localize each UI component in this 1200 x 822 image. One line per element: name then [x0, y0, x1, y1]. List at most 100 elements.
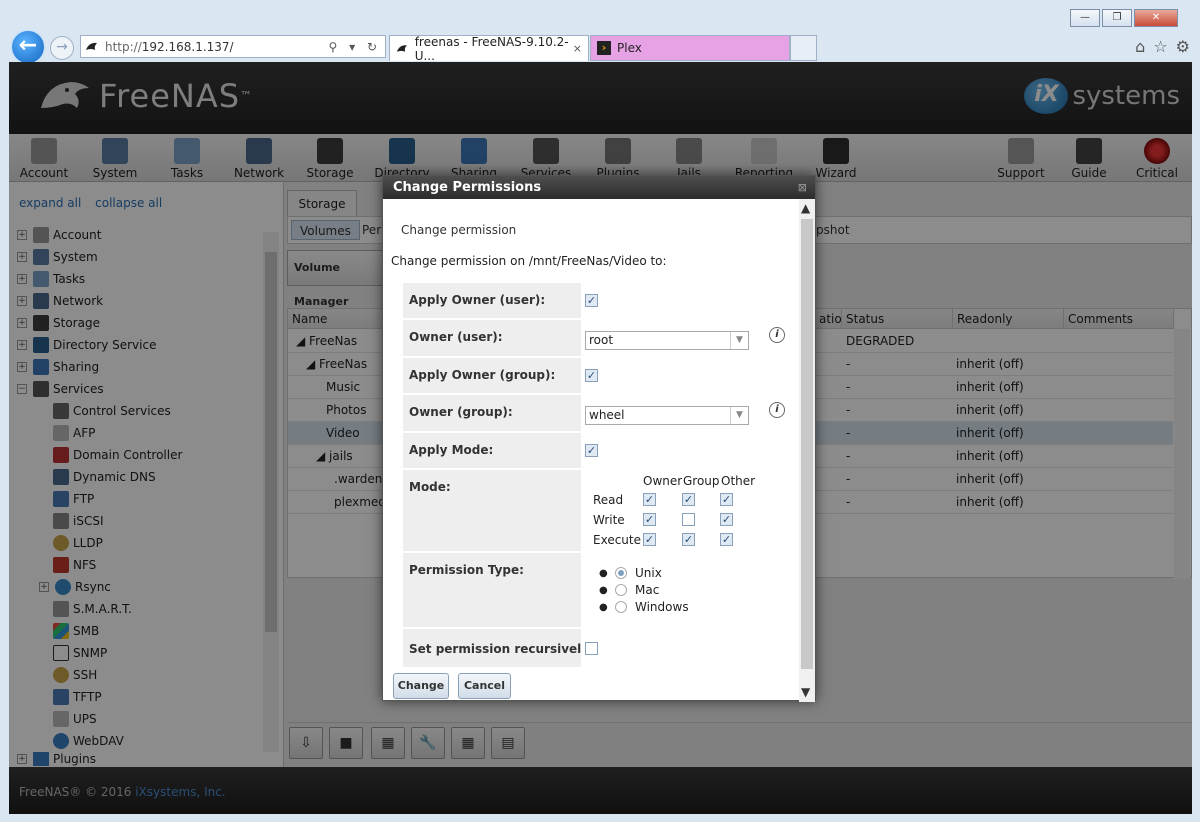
address-bar-icons[interactable]: ⚲ ▾ ↻ [329, 40, 386, 54]
tab-label: Plex [617, 41, 642, 55]
write-other-checkbox[interactable]: ✓ [720, 513, 733, 526]
scroll-up-icon[interactable]: ▲ [801, 201, 810, 215]
field-cell: root ▼ i [581, 320, 785, 356]
field-cell: ✓ [581, 433, 779, 468]
freenas-favicon-icon [396, 44, 407, 52]
page-viewport: FreeNAS ™ iX systems Account System Tasks… [9, 62, 1192, 814]
scroll-thumb[interactable] [801, 219, 813, 669]
scroll-down-icon[interactable]: ▼ [801, 685, 810, 699]
bullet: ● [599, 584, 608, 596]
read-other-checkbox[interactable]: ✓ [720, 493, 733, 506]
execute-owner-checkbox[interactable]: ✓ [643, 533, 656, 546]
row-mode: Mode: Owner Group Other Read Write Execu… [403, 470, 779, 553]
execute-group-checkbox[interactable]: ✓ [682, 533, 695, 546]
apply-mode-label: Apply Mode: [409, 443, 494, 457]
new-tab-button[interactable] [790, 35, 817, 61]
mode-label: Mode: [409, 480, 451, 494]
cancel-button[interactable]: Cancel [458, 673, 511, 699]
home-icon[interactable]: ⌂ [1135, 37, 1145, 56]
apply-owner-group-checkbox[interactable]: ✓ [585, 369, 598, 382]
browser-toolbar-icons: ⌂ ☆ ⚙ [1135, 37, 1190, 56]
row-owner-user: Owner (user): root ▼ i [403, 320, 785, 358]
owner-group-label: Owner (group): [409, 405, 513, 419]
permission-type-label: Permission Type: [409, 563, 524, 577]
field-cell: wheel ▼ i [581, 395, 785, 431]
radio-label: Windows [635, 600, 689, 614]
apply-owner-user-checkbox[interactable]: ✓ [585, 294, 598, 307]
back-icon[interactable]: ← [10, 29, 46, 65]
write-owner-checkbox[interactable]: ✓ [643, 513, 656, 526]
info-icon[interactable]: i [769, 402, 785, 418]
read-group-checkbox[interactable]: ✓ [682, 493, 695, 506]
mode-col-owner: Owner [643, 474, 683, 488]
row-permission-type: Permission Type: ● Unix ● Mac ● Windows [403, 553, 779, 629]
dialog-close-icon[interactable]: ⊠ [798, 176, 807, 199]
row-apply-owner-group: Apply Owner (group): ✓ [403, 358, 779, 395]
favorites-star-icon[interactable]: ☆ [1153, 37, 1167, 56]
tab-freenas[interactable]: freenas - FreeNAS-9.10.2-U... × [389, 34, 589, 63]
dialog-body: Change permission Change permission on /… [383, 199, 799, 702]
execute-other-checkbox[interactable]: ✓ [720, 533, 733, 546]
row-owner-group: Owner (group): wheel ▼ i [403, 395, 785, 433]
mode-row-write: Write [593, 513, 625, 527]
mode-col-other: Other [721, 474, 756, 488]
field-cell: ✓ [581, 358, 779, 393]
read-owner-checkbox[interactable]: ✓ [643, 493, 656, 506]
restore-icon[interactable]: ❐ [1102, 9, 1132, 27]
mode-row-read: Read [593, 493, 624, 507]
write-group-checkbox[interactable] [682, 513, 695, 526]
permission-type-options: ● Unix ● Mac ● Windows [581, 553, 779, 627]
field-cell [581, 629, 779, 667]
mode-row-execute: Execute [593, 533, 641, 547]
recursive-label: Set permission recursively: [409, 642, 594, 656]
freenas-favicon-icon [86, 42, 97, 50]
mode-matrix: Owner Group Other Read Write Execute ✓ ✓… [581, 470, 779, 551]
url-scheme: http:// [105, 39, 142, 54]
chevron-down-icon[interactable]: ▼ [730, 407, 748, 424]
dialog-scrollbar[interactable]: ▲ ▼ [799, 199, 815, 702]
owner-group-select[interactable]: wheel ▼ [585, 406, 749, 425]
window-controls: — ❐ ✕ [1070, 9, 1178, 27]
permission-description: Change permission on /mnt/FreeNas/Video … [391, 254, 667, 268]
plex-icon: › [597, 41, 611, 55]
apply-mode-checkbox[interactable]: ✓ [585, 444, 598, 457]
forward-icon[interactable]: → [50, 36, 74, 60]
radio-mac[interactable] [615, 584, 627, 596]
permission-header: Change permission [401, 223, 517, 237]
bullet: ● [599, 601, 608, 613]
radio-label: Mac [635, 583, 660, 597]
mode-col-group: Group [683, 474, 720, 488]
owner-user-label: Owner (user): [409, 330, 503, 344]
settings-gear-icon[interactable]: ⚙ [1176, 37, 1190, 56]
browser-window: — ❐ ✕ ← → http:// 192.168.1.137/ ⚲ ▾ ↻ f… [0, 0, 1200, 822]
tab-close-icon[interactable]: × [573, 42, 582, 55]
dialog-title: Change Permissions [383, 176, 815, 199]
apply-owner-group-label: Apply Owner (group): [409, 368, 556, 382]
permission-type-mac[interactable]: ● Mac [599, 582, 659, 598]
owner-user-select[interactable]: root ▼ [585, 331, 749, 350]
owner-user-value: root [589, 333, 614, 347]
info-icon[interactable]: i [769, 327, 785, 343]
radio-windows[interactable] [615, 601, 627, 613]
owner-group-value: wheel [589, 408, 625, 422]
tab-label: freenas - FreeNAS-9.10.2-U... [414, 34, 569, 63]
minimize-icon[interactable]: — [1070, 9, 1100, 27]
radio-unix[interactable] [615, 567, 627, 579]
close-icon[interactable]: ✕ [1134, 9, 1178, 27]
tab-plex[interactable]: › Plex [590, 35, 790, 61]
url-host: 192.168.1.137/ [141, 39, 234, 54]
bullet: ● [599, 567, 608, 579]
permission-type-unix[interactable]: ● Unix [599, 565, 662, 581]
row-recursive: Set permission recursively: [403, 629, 779, 669]
row-apply-owner-user: Apply Owner (user): ✓ [403, 283, 779, 320]
change-button[interactable]: Change [393, 673, 449, 699]
apply-owner-user-label: Apply Owner (user): [409, 293, 546, 307]
row-apply-mode: Apply Mode: ✓ [403, 433, 779, 470]
permission-type-windows[interactable]: ● Windows [599, 599, 689, 615]
recursive-checkbox[interactable] [585, 642, 598, 655]
change-permissions-dialog: Change Permissions ⊠ Change permission C… [382, 175, 816, 702]
field-cell: ✓ [581, 283, 779, 318]
address-bar[interactable]: http:// 192.168.1.137/ ⚲ ▾ ↻ [80, 35, 386, 58]
radio-label: Unix [635, 566, 662, 580]
chevron-down-icon[interactable]: ▼ [730, 332, 748, 349]
